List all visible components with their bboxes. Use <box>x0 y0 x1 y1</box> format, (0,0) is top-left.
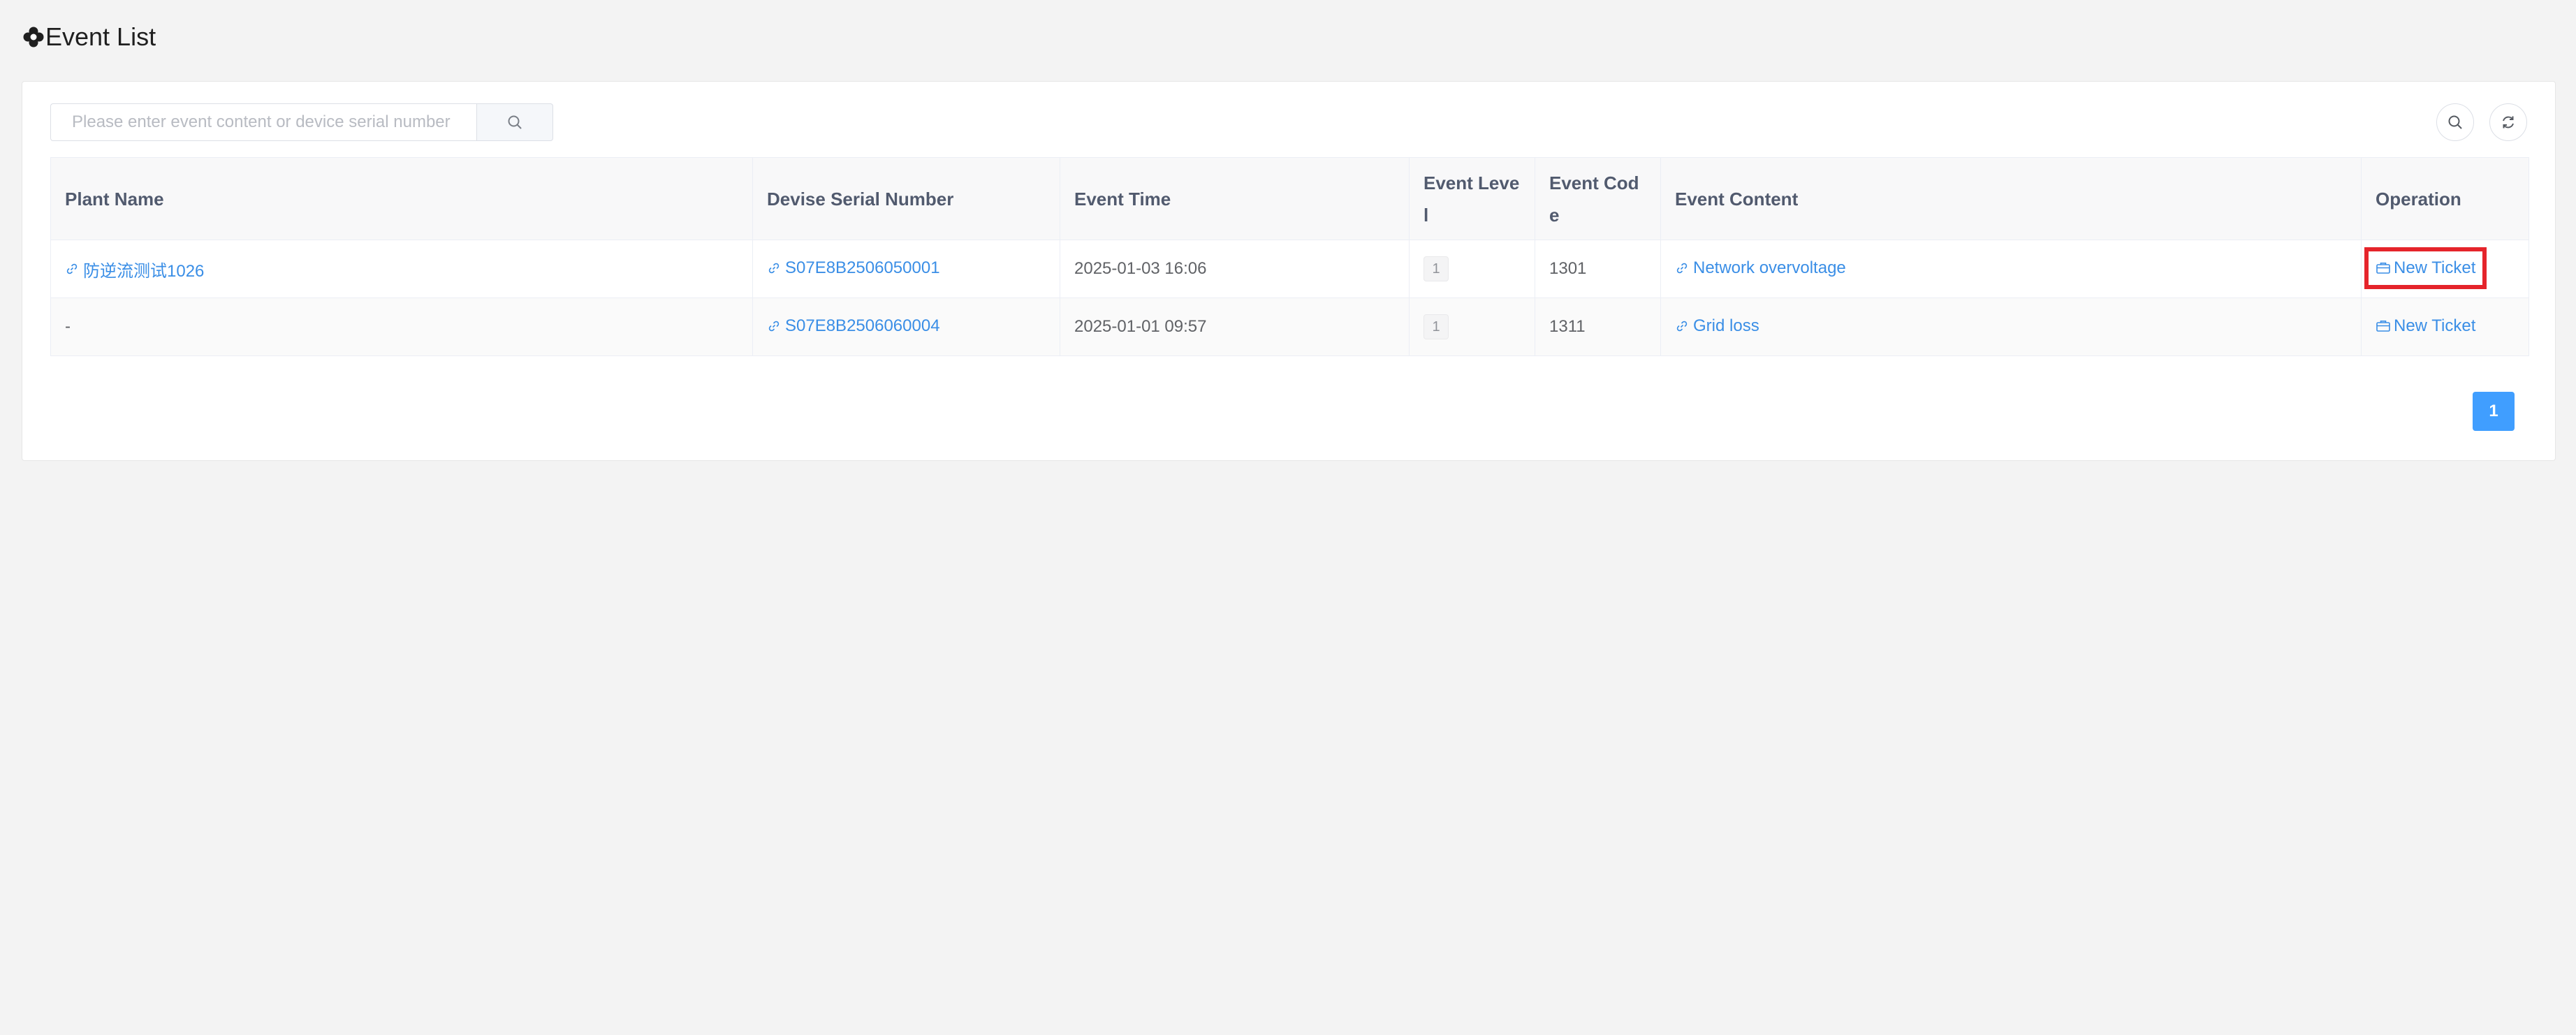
event-time-cell: 2025-01-03 16:06 <box>1060 240 1410 298</box>
new-ticket-button[interactable]: New Ticket <box>2376 316 2475 336</box>
new-ticket-button[interactable]: New Ticket <box>2364 247 2487 289</box>
event-level-badge: 1 <box>1424 256 1449 281</box>
new-ticket-label: New Ticket <box>2394 316 2476 335</box>
search-icon <box>508 115 522 129</box>
toggle-search-button[interactable] <box>2436 103 2474 141</box>
settings-flower-icon <box>23 27 44 47</box>
column-header-event-level[interactable]: Event Level <box>1409 157 1535 240</box>
serial-number-text: S07E8B2506060004 <box>785 316 940 335</box>
serial-number-cell: S07E8B2506050001 <box>752 240 1060 298</box>
column-header-event-content[interactable]: Event Content <box>1660 157 2362 240</box>
event-level-cell: 1 <box>1409 298 1535 356</box>
search-icon <box>2448 115 2462 129</box>
column-header-operation: Operation <box>2361 157 2529 240</box>
event-content-cell: Grid loss <box>1660 298 2362 356</box>
link-icon <box>1676 321 1688 331</box>
plant-name-cell: 防逆流测试1026 <box>50 240 753 298</box>
plant-name-link[interactable]: 防逆流测试1026 <box>65 257 204 281</box>
ticket-icon <box>2376 262 2390 274</box>
ticket-icon <box>2376 320 2390 332</box>
serial-number-link[interactable]: S07E8B2506060004 <box>767 316 940 336</box>
serial-number-text: S07E8B2506050001 <box>785 258 940 277</box>
link-icon <box>1676 263 1688 273</box>
event-level-cell: 1 <box>1409 240 1535 298</box>
serial-number-cell: S07E8B2506060004 <box>752 298 1060 356</box>
event-content-text: Network overvoltage <box>1693 258 1846 277</box>
table-header-row: Plant Name Devise Serial Number Event Ti… <box>50 157 2529 240</box>
column-header-plant-name[interactable]: Plant Name <box>50 157 753 240</box>
plant-name-text: 防逆流测试1026 <box>83 261 205 281</box>
event-code-cell: 1301 <box>1535 240 1661 298</box>
event-code-cell: 1311 <box>1535 298 1661 356</box>
event-list-card: Plant Name Devise Serial Number Event Ti… <box>22 81 2556 461</box>
event-content-text: Grid loss <box>1693 316 1759 335</box>
refresh-icon <box>2503 116 2514 129</box>
table-row: - S07E8B2506060004 2025-01-01 09:57 1 13… <box>50 298 2529 356</box>
operation-cell: New Ticket <box>2361 298 2529 356</box>
search-input[interactable] <box>50 103 476 141</box>
event-content-link[interactable]: Grid loss <box>1675 316 1759 336</box>
link-icon <box>66 263 78 274</box>
new-ticket-label: New Ticket <box>2394 258 2476 277</box>
event-content-cell: Network overvoltage <box>1660 240 2362 298</box>
table-row: 防逆流测试1026 S07E8B2506050001 2025-01-03 16… <box>50 240 2529 298</box>
event-level-badge: 1 <box>1424 314 1449 339</box>
operation-cell: New Ticket <box>2361 240 2529 298</box>
search-box <box>50 103 553 141</box>
column-header-event-time[interactable]: Event Time <box>1060 157 1410 240</box>
event-table: Plant Name Devise Serial Number Event Ti… <box>50 157 2529 356</box>
pagination-page-1[interactable]: 1 <box>2473 392 2515 431</box>
serial-number-link[interactable]: S07E8B2506050001 <box>767 258 940 278</box>
search-button[interactable] <box>476 103 553 141</box>
link-icon <box>768 321 780 331</box>
plant-name-cell: - <box>50 298 753 356</box>
page-header: Event List <box>23 21 156 53</box>
link-icon <box>768 263 780 273</box>
column-header-event-code[interactable]: Event Code <box>1535 157 1661 240</box>
refresh-button[interactable] <box>2489 103 2527 141</box>
event-time-cell: 2025-01-01 09:57 <box>1060 298 1410 356</box>
event-content-link[interactable]: Network overvoltage <box>1675 258 1846 278</box>
page-title: Event List <box>45 22 156 51</box>
column-header-serial-number[interactable]: Devise Serial Number <box>752 157 1060 240</box>
